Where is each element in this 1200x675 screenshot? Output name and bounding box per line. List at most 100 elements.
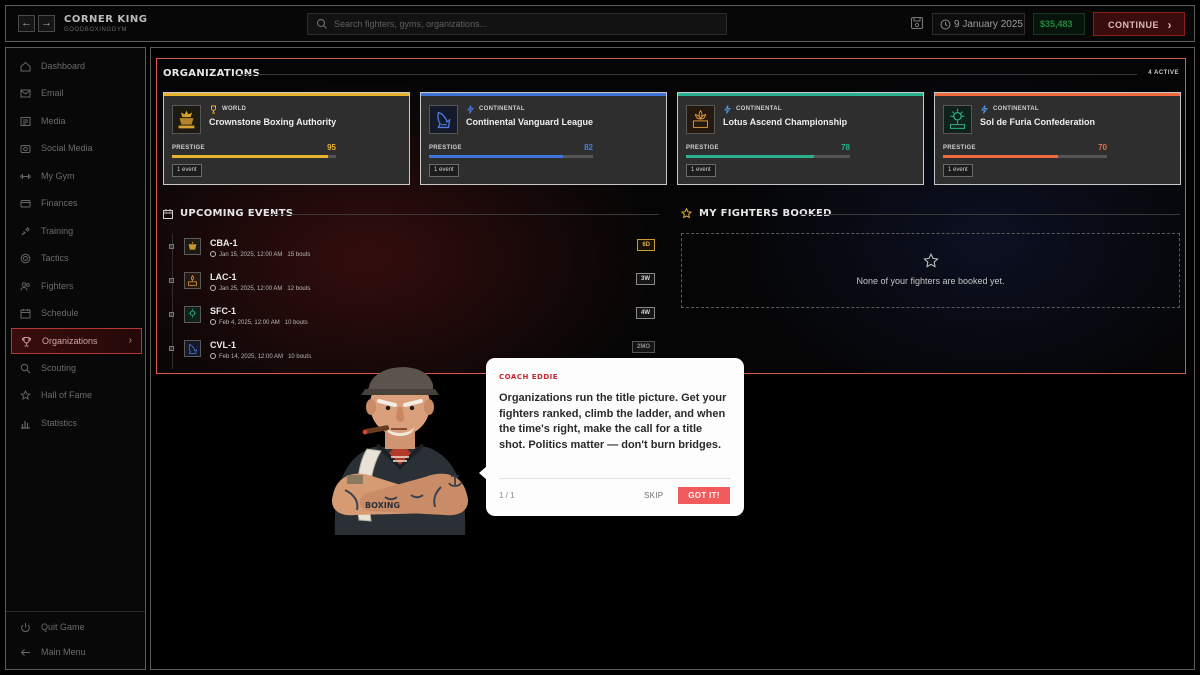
calendar-icon bbox=[20, 309, 31, 319]
prestige-value: 70 bbox=[1098, 143, 1107, 152]
event-row-sfc-1[interactable]: SFC-1 Feb 4, 2025, 12:00 AM 10 bouts 4W bbox=[165, 306, 655, 332]
sidebar-item-label: Media bbox=[41, 116, 66, 126]
prestige-bar bbox=[172, 155, 336, 158]
lightning-icon bbox=[467, 105, 474, 114]
org-card-cba[interactable]: WORLD Crownstone Boxing Authority PRESTI… bbox=[163, 92, 410, 185]
lightning-icon bbox=[724, 105, 731, 114]
dumbbell-icon bbox=[20, 174, 31, 179]
clock-icon bbox=[940, 19, 951, 30]
event-count-badge: 1 event bbox=[172, 164, 202, 177]
event-bouts: 10 bouts bbox=[284, 320, 308, 326]
skip-button[interactable]: SKIP bbox=[644, 491, 663, 500]
save-icon[interactable] bbox=[910, 16, 924, 30]
main-menu-label: Main Menu bbox=[41, 647, 86, 657]
date-display: 9 January 2025 bbox=[932, 13, 1025, 35]
chevron-right-icon: › bbox=[128, 335, 132, 346]
prestige-bar bbox=[943, 155, 1107, 158]
sfc-logo-icon bbox=[184, 306, 201, 323]
sidebar-item-tactics[interactable]: Tactics bbox=[11, 246, 142, 272]
sidebar-item-schedule[interactable]: Schedule bbox=[11, 301, 142, 327]
prestige-value: 95 bbox=[327, 143, 336, 152]
forward-button[interactable]: → bbox=[38, 15, 55, 32]
org-card-lac[interactable]: CONTINENTAL Lotus Ascend Championship PR… bbox=[677, 92, 924, 185]
users-icon bbox=[20, 282, 30, 291]
trophy-icon bbox=[21, 337, 32, 347]
clock-icon bbox=[210, 319, 216, 325]
sidebar-item-label: Organizations bbox=[42, 336, 98, 346]
calendar-icon bbox=[163, 209, 173, 219]
timeline-dot bbox=[169, 244, 174, 249]
countdown-badge: 4W bbox=[636, 307, 655, 319]
event-name: CBA-1 bbox=[210, 238, 238, 248]
got-it-button[interactable]: GOT IT! bbox=[678, 487, 730, 504]
sidebar-item-organizations[interactable]: Organizations › bbox=[11, 328, 142, 354]
sidebar-item-training[interactable]: Training bbox=[11, 219, 142, 245]
sidebar-divider bbox=[6, 611, 145, 612]
sidebar-item-finances[interactable]: Finances bbox=[11, 191, 142, 217]
home-icon bbox=[20, 61, 31, 72]
event-date: Feb 4, 2025, 12:00 AM bbox=[219, 320, 280, 326]
quit-game-button[interactable]: Quit Game bbox=[11, 615, 142, 641]
sidebar-item-statistics[interactable]: Statistics bbox=[11, 411, 142, 437]
sidebar-item-hall-of-fame[interactable]: Hall of Fame bbox=[11, 383, 142, 409]
sidebar-item-scouting[interactable]: Scouting bbox=[11, 356, 142, 382]
main-menu-button[interactable]: Main Menu bbox=[11, 640, 142, 666]
sidebar-item-label: Hall of Fame bbox=[41, 390, 93, 400]
event-bouts: 15 bouts bbox=[287, 252, 311, 258]
event-date: Jan 25, 2025, 12:00 AM bbox=[219, 286, 283, 292]
org-card-cvl[interactable]: CONTINENTAL Continental Vanguard League … bbox=[420, 92, 667, 185]
speaker-name: COACH EDDIE bbox=[499, 373, 559, 381]
sidebar-item-label: Email bbox=[41, 88, 64, 98]
clock-icon bbox=[210, 353, 216, 359]
event-count-badge: 1 event bbox=[686, 164, 716, 177]
continue-label: CONTINUE bbox=[1108, 20, 1159, 30]
sidebar-item-label: Finances bbox=[41, 198, 78, 208]
shirt-text: BOXING bbox=[365, 501, 400, 510]
org-tier: WORLD bbox=[222, 106, 247, 112]
event-count-badge: 1 event bbox=[943, 164, 973, 177]
sidebar-item-label: Tactics bbox=[41, 253, 69, 263]
event-meta: Jan 15, 2025, 12:00 AM 15 bouts bbox=[210, 251, 310, 258]
sidebar-item-dashboard[interactable]: Dashboard bbox=[11, 54, 142, 80]
back-button[interactable]: ← bbox=[18, 15, 35, 32]
cvl-logo-icon bbox=[429, 105, 458, 134]
lightning-icon bbox=[981, 105, 988, 114]
lac-logo-icon bbox=[686, 105, 715, 134]
prestige-fill bbox=[943, 155, 1058, 158]
balance-display: $35,483 bbox=[1033, 13, 1085, 35]
sidebar-item-social-media[interactable]: Social Media bbox=[11, 136, 142, 162]
title-divider bbox=[800, 214, 1180, 215]
trophy-icon bbox=[211, 105, 216, 114]
countdown-badge: 6D bbox=[637, 239, 655, 251]
prestige-fill bbox=[686, 155, 814, 158]
clock-icon bbox=[210, 285, 216, 291]
sidebar-item-email[interactable]: Email bbox=[11, 81, 142, 107]
target-icon bbox=[20, 253, 31, 264]
card-icon bbox=[20, 200, 31, 208]
timeline-dot bbox=[169, 312, 174, 317]
event-name: LAC-1 bbox=[210, 272, 237, 282]
booked-empty-state: None of your fighters are booked yet. bbox=[681, 233, 1180, 308]
active-count: 4 ACTIVE bbox=[1148, 70, 1179, 76]
search-input[interactable]: Search fighters, gyms, organizations... bbox=[307, 13, 727, 35]
top-bar: ← → CORNER KING GOODBOXINGGYM Search fig… bbox=[5, 5, 1195, 42]
event-count-badge: 1 event bbox=[429, 164, 459, 177]
event-row-lac-1[interactable]: LAC-1 Jan 25, 2025, 12:00 AM 12 bouts 3W bbox=[165, 272, 655, 298]
org-name: Crownstone Boxing Authority bbox=[209, 117, 337, 127]
search-placeholder: Search fighters, gyms, organizations... bbox=[334, 19, 488, 29]
event-date: Jan 15, 2025, 12:00 AM bbox=[219, 252, 283, 258]
event-row-cba-1[interactable]: CBA-1 Jan 15, 2025, 12:00 AM 15 bouts 6D bbox=[165, 238, 655, 264]
org-name: Sol de Furia Confederation bbox=[980, 117, 1096, 127]
continue-button[interactable]: CONTINUE › bbox=[1093, 12, 1185, 36]
sidebar-item-fighters[interactable]: Fighters bbox=[11, 274, 142, 300]
sidebar-item-media[interactable]: Media bbox=[11, 109, 142, 135]
prestige-label: PRESTIGE bbox=[686, 145, 719, 151]
bubble-divider bbox=[499, 478, 731, 479]
star-icon bbox=[681, 208, 692, 219]
card-accent bbox=[935, 93, 1180, 96]
balance-value: $35,483 bbox=[1040, 19, 1073, 29]
title-divider bbox=[237, 74, 1137, 75]
prestige-fill bbox=[172, 155, 328, 158]
org-card-sfc[interactable]: CONTINENTAL Sol de Furia Confederation P… bbox=[934, 92, 1181, 185]
sidebar-item-my-gym[interactable]: My Gym bbox=[11, 164, 142, 190]
